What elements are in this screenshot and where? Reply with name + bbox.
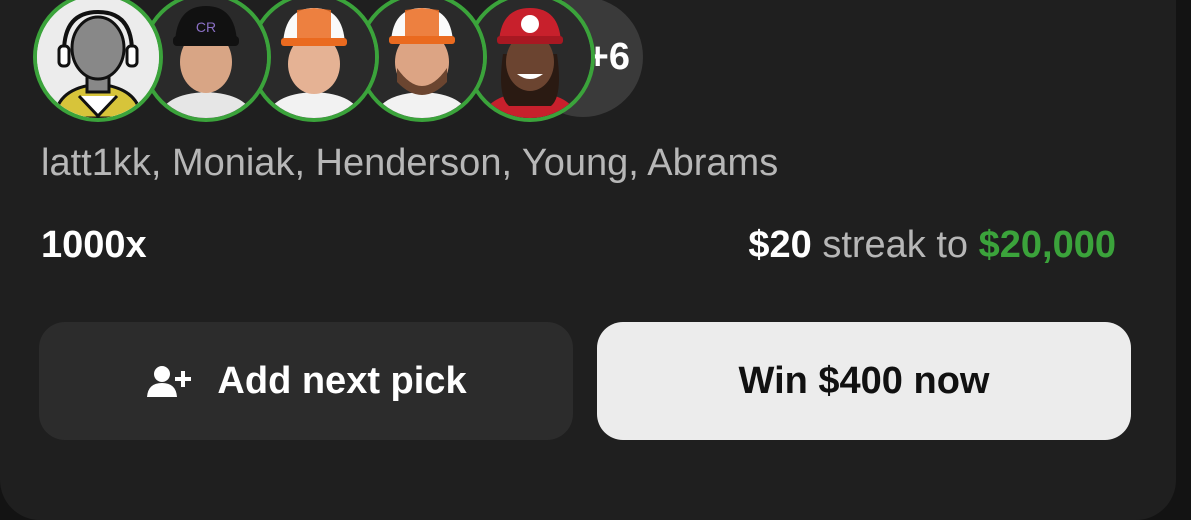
multiplier-value: 1000x: [41, 224, 147, 266]
add-user-icon: [147, 366, 192, 397]
pick-card: CR +6 latt1kk, Moniak, Henderson, Young,…: [0, 0, 1176, 520]
win-now-label: Win $400 now: [738, 359, 990, 402]
add-next-pick-button[interactable]: Add next pick: [39, 322, 573, 440]
streak-target: $20,000: [978, 224, 1116, 266]
streak-amount: $20: [748, 224, 812, 266]
player-names: latt1kk, Moniak, Henderson, Young, Abram…: [41, 142, 779, 184]
svg-text:CR: CR: [196, 19, 216, 35]
add-next-pick-label: Add next pick: [217, 359, 467, 402]
win-now-button[interactable]: Win $400 now: [597, 322, 1131, 440]
avatar-user: [33, 0, 163, 122]
streak-text: $20 streak to $20,000: [748, 224, 1116, 267]
streak-label: streak to: [822, 224, 969, 266]
